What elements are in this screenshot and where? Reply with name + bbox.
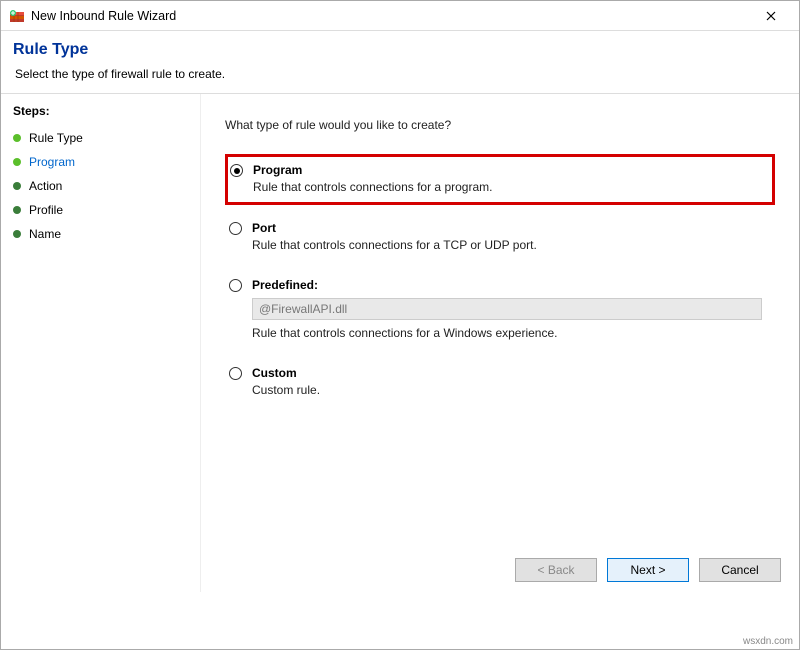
option-custom[interactable]: Custom Custom rule. (225, 358, 775, 407)
watermark-text: wsxdn.com (743, 636, 793, 647)
radio-predefined[interactable] (229, 279, 242, 292)
window-title: New Inbound Rule Wizard (31, 9, 751, 23)
next-button[interactable]: Next > (607, 558, 689, 582)
firewall-icon (9, 8, 25, 24)
step-label: Name (29, 227, 61, 241)
cancel-button[interactable]: Cancel (699, 558, 781, 582)
option-desc: Rule that controls connections for a Win… (252, 326, 767, 340)
option-title: Custom (252, 366, 767, 380)
page-subtitle: Select the type of firewall rule to crea… (15, 67, 787, 81)
step-profile[interactable]: Profile (13, 198, 188, 222)
step-bullet-icon (13, 206, 21, 214)
step-label: Action (29, 179, 62, 193)
option-title: Predefined: (252, 278, 767, 292)
prompt-text: What type of rule would you like to crea… (225, 118, 775, 132)
predefined-dropdown[interactable]: @FirewallAPI.dll (252, 298, 762, 320)
step-bullet-icon (13, 182, 21, 190)
close-button[interactable] (751, 2, 791, 30)
page-title: Rule Type (13, 41, 787, 59)
step-label: Rule Type (29, 131, 83, 145)
option-port[interactable]: Port Rule that controls connections for … (225, 213, 775, 262)
titlebar: New Inbound Rule Wizard (1, 1, 799, 31)
step-bullet-icon (13, 230, 21, 238)
option-program[interactable]: Program Rule that controls connections f… (225, 154, 775, 205)
option-title: Port (252, 221, 767, 235)
dropdown-value: @FirewallAPI.dll (259, 302, 347, 316)
step-label: Program (29, 155, 75, 169)
option-title: Program (253, 163, 766, 177)
option-desc: Rule that controls connections for a pro… (253, 180, 766, 194)
step-rule-type[interactable]: Rule Type (13, 126, 188, 150)
step-program[interactable]: Program (13, 150, 188, 174)
step-bullet-icon (13, 158, 21, 166)
option-desc: Custom rule. (252, 383, 767, 397)
radio-custom[interactable] (229, 367, 242, 380)
step-bullet-icon (13, 134, 21, 142)
radio-port[interactable] (229, 222, 242, 235)
wizard-buttons: < Back Next > Cancel (515, 558, 781, 582)
option-predefined[interactable]: Predefined: @FirewallAPI.dll Rule that c… (225, 270, 775, 350)
step-action[interactable]: Action (13, 174, 188, 198)
steps-sidebar: Steps: Rule Type Program Action Profile … (1, 94, 201, 592)
back-button: < Back (515, 558, 597, 582)
wizard-header: Rule Type Select the type of firewall ru… (1, 31, 799, 93)
step-name[interactable]: Name (13, 222, 188, 246)
option-desc: Rule that controls connections for a TCP… (252, 238, 767, 252)
step-label: Profile (29, 203, 63, 217)
main-panel: What type of rule would you like to crea… (201, 94, 799, 592)
radio-program[interactable] (230, 164, 243, 177)
steps-heading: Steps: (13, 104, 188, 118)
